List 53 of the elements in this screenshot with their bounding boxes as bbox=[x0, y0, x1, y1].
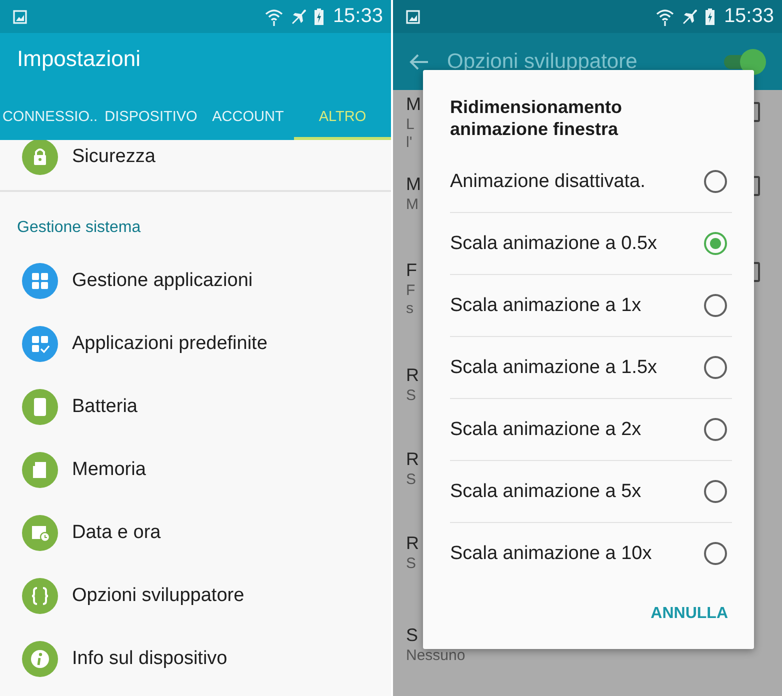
battery-charging-icon bbox=[314, 8, 324, 26]
option-label[interactable]: Animazione disattivata. bbox=[450, 170, 704, 192]
settings-item[interactable]: Sicurezza bbox=[0, 140, 391, 190]
option-label[interactable]: Scala animazione a 1x bbox=[450, 294, 704, 316]
image-icon bbox=[13, 10, 27, 24]
settings-item[interactable]: Data e ora bbox=[0, 501, 391, 564]
dialog-title: Ridimensionamento animazione finestra bbox=[450, 96, 624, 140]
setting-title: M bbox=[406, 173, 421, 196]
setting-title: S bbox=[406, 624, 418, 647]
setting-summary: Nessuno bbox=[406, 647, 466, 665]
setting-summary: S bbox=[406, 471, 416, 489]
radio-button[interactable] bbox=[704, 418, 727, 441]
option-label[interactable]: Scala animazione a 1.5x bbox=[450, 356, 704, 378]
setting-summary: s bbox=[406, 300, 414, 318]
settings-item[interactable]: Info sul dispositivo bbox=[0, 627, 391, 690]
setting-title: F bbox=[406, 259, 417, 282]
setting-title: R bbox=[406, 364, 419, 387]
radio-button[interactable] bbox=[704, 356, 727, 379]
airplane-icon bbox=[680, 8, 699, 26]
option-label[interactable]: Scala animazione a 0.5x bbox=[450, 232, 704, 254]
settings-item[interactable]: Opzioni sviluppatore bbox=[0, 564, 391, 627]
option-label[interactable]: Scala animazione a 2x bbox=[450, 418, 704, 440]
battery-charging-icon bbox=[704, 8, 715, 26]
setting-title: R bbox=[406, 532, 419, 555]
image-icon bbox=[406, 10, 420, 24]
wifi-icon bbox=[654, 8, 675, 26]
radio-button[interactable] bbox=[704, 294, 727, 317]
radio-button[interactable] bbox=[704, 542, 727, 565]
settings-item[interactable]: Batteria bbox=[0, 375, 391, 438]
section-header: Gestione sistema bbox=[16, 218, 142, 238]
status-time: 15:33 bbox=[724, 5, 774, 28]
status-time: 15:33 bbox=[332, 5, 383, 28]
setting-summary: l' bbox=[406, 134, 412, 152]
setting-summary: L bbox=[406, 116, 414, 134]
setting-title: R bbox=[406, 448, 419, 471]
screen-title: Impostazioni bbox=[16, 45, 142, 73]
settings-item[interactable]: Applicazioni predefinite bbox=[0, 312, 391, 375]
radio-button[interactable] bbox=[704, 232, 727, 255]
setting-summary: F bbox=[406, 282, 416, 300]
setting-title: M bbox=[406, 93, 421, 116]
radio-button[interactable] bbox=[704, 170, 727, 193]
back-arrow-icon[interactable] bbox=[409, 52, 429, 70]
screen-title: Opzioni sviluppatore bbox=[447, 50, 638, 74]
setting-summary: S bbox=[406, 387, 416, 405]
airplane-icon bbox=[290, 8, 308, 26]
settings-item[interactable]: Gestione applicazioni bbox=[0, 249, 391, 312]
setting-summary: S bbox=[406, 555, 416, 573]
wifi-icon bbox=[264, 8, 284, 26]
option-label[interactable]: Scala animazione a 10x bbox=[450, 542, 704, 564]
radio-button[interactable] bbox=[704, 480, 727, 503]
settings-item[interactable]: Memoria bbox=[0, 438, 391, 501]
option-label[interactable]: Scala animazione a 5x bbox=[450, 480, 704, 502]
setting-summary: M bbox=[406, 196, 418, 214]
